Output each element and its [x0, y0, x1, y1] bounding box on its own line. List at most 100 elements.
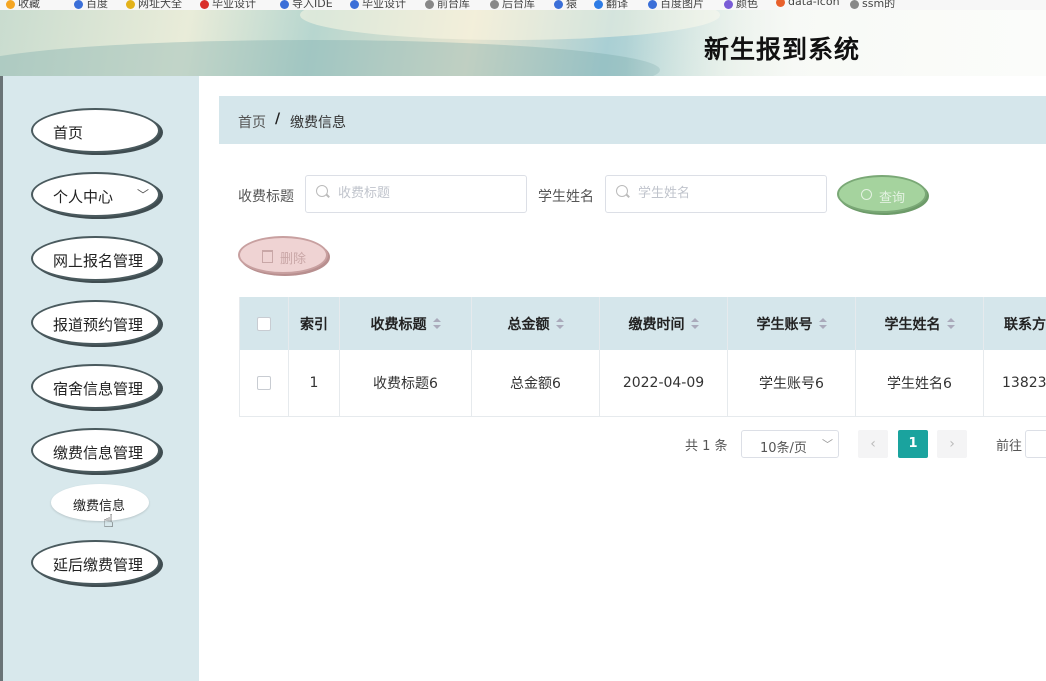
pdf-icon [200, 0, 209, 9]
bookmark-item[interactable]: 导入IDE [280, 0, 333, 10]
sidebar-item-home[interactable]: 首页 [31, 108, 160, 153]
banner-decoration [0, 40, 660, 76]
globe-icon [126, 0, 135, 9]
hand-cursor-icon: ☝ [103, 511, 114, 532]
sidebar-edge [0, 76, 3, 681]
name-search-field[interactable] [605, 175, 827, 213]
page-size-value: 10条/页 [760, 441, 807, 456]
cell-index: 1 [289, 350, 340, 416]
globe-icon [490, 0, 499, 9]
breadcrumb-home[interactable]: 首页 [238, 112, 266, 132]
cell-student-account: 学生账号6 [728, 350, 856, 416]
header-total-amount[interactable]: 总金额 [472, 297, 600, 350]
globe-icon [425, 0, 434, 9]
bookmark-item[interactable]: 百度 [74, 0, 108, 10]
header-fee-title[interactable]: 收费标题 [340, 297, 472, 350]
prev-page-button[interactable]: ‹ [858, 430, 888, 458]
sort-icon[interactable] [555, 317, 564, 330]
sidebar-item-dormitory[interactable]: 宿舍信息管理 [31, 364, 160, 409]
bookmark-item[interactable]: 后台库 [490, 0, 535, 10]
app-title: 新生报到系统 [704, 35, 861, 64]
bookmark-item[interactable]: 收藏 [6, 0, 40, 10]
cell-total-amount: 总金额6 [472, 350, 600, 416]
payment-table: 索引 收费标题 总金额 缴费时间 学生账号 学生姓名 联系方式 1 收费标题6 … [239, 297, 1046, 417]
goto-page-input[interactable] [1025, 430, 1046, 458]
cell-fee-title: 收费标题6 [340, 350, 472, 416]
globe-icon [850, 0, 859, 9]
sidebar-item-label: 缴费信息管理 [53, 444, 144, 462]
cell-payment-time: 2022-04-09 [600, 350, 728, 416]
header-contact[interactable]: 联系方式 [984, 297, 1046, 350]
trash-icon [262, 250, 273, 263]
paw-icon [648, 0, 657, 9]
sort-icon[interactable] [432, 317, 441, 330]
bookmark-item[interactable]: 翻译 [594, 0, 628, 10]
translate-icon [594, 0, 603, 9]
query-button-label: 查询 [879, 191, 906, 206]
sidebar-subitem-label: 缴费信息 [73, 499, 126, 514]
bookmark-item[interactable]: 毕业设计 [200, 0, 256, 10]
sidebar-item-report-appointment[interactable]: 报道预约管理 [31, 300, 160, 345]
row-select [240, 350, 289, 416]
cell-contact: 13823888886 [984, 350, 1046, 416]
header-student-account[interactable]: 学生账号 [728, 297, 856, 350]
sidebar-item-label: 首页 [53, 124, 84, 142]
search-icon [316, 185, 328, 197]
bookmark-item[interactable]: 百度图片 [648, 0, 704, 10]
header-payment-time[interactable]: 缴费时间 [600, 297, 728, 350]
sidebar-item-deferred-payment[interactable]: 延后缴费管理 [31, 540, 160, 585]
sidebar-subitem-payment-info[interactable]: 缴费信息 [51, 484, 149, 521]
name-search-input[interactable] [636, 185, 810, 202]
cell-student-name: 学生姓名6 [856, 350, 984, 416]
bookmark-item[interactable]: ssm的 [850, 0, 895, 10]
select-all-checkbox[interactable] [257, 316, 271, 331]
sort-icon[interactable] [690, 317, 699, 330]
paw-icon [74, 0, 83, 9]
breadcrumb-separator: / [275, 111, 281, 127]
bookmark-item[interactable]: 网址大全 [126, 0, 182, 10]
bookmark-item[interactable]: 猿 [554, 0, 577, 10]
bookmark-item[interactable]: data-icon [776, 0, 840, 8]
chevron-down-icon: ﹀ [137, 188, 150, 202]
title-search-input[interactable] [336, 185, 510, 202]
sort-icon[interactable] [818, 317, 827, 330]
title-search-label: 收费标题 [238, 189, 294, 205]
row-checkbox[interactable] [257, 376, 271, 390]
delete-button-label: 删除 [280, 252, 307, 267]
bookmarks-bar: 收藏 百度 网址大全 毕业设计 导入IDE 毕业设计 前台库 后台库 猿 翻译 … [0, 0, 1046, 10]
goto-label: 前往 [996, 439, 1023, 454]
pagination-total: 共 1 条 [685, 439, 728, 454]
sidebar-item-label: 个人中心 [53, 188, 114, 206]
star-icon [6, 0, 15, 9]
ie-icon [350, 0, 359, 9]
page-size-select[interactable]: 10条/页 ﹀ [741, 430, 839, 458]
color-icon [724, 0, 733, 9]
delete-button[interactable]: 删除 [238, 236, 328, 274]
search-icon [861, 189, 872, 200]
bookmark-item[interactable]: 毕业设计 [350, 0, 406, 10]
breadcrumb: 首页 / 缴费信息 [219, 96, 1046, 144]
breadcrumb-current: 缴费信息 [290, 115, 346, 131]
chevron-down-icon: ﹀ [822, 438, 833, 451]
sidebar-item-payment-management[interactable]: 缴费信息管理 [31, 428, 160, 473]
bookmark-item[interactable]: 颜色 [724, 0, 758, 10]
header-index: 索引 [289, 297, 340, 350]
bookmark-item[interactable]: 前台库 [425, 0, 470, 10]
sidebar-item-online-registration[interactable]: 网上报名管理 [31, 236, 160, 281]
c-icon [776, 0, 785, 7]
header-select-all [240, 297, 289, 350]
drop-icon [554, 0, 563, 9]
page-number-current[interactable]: 1 [898, 430, 928, 458]
search-icon [616, 185, 628, 197]
next-page-button[interactable]: › [937, 430, 967, 458]
table-header-row: 索引 收费标题 总金额 缴费时间 学生账号 学生姓名 联系方式 [240, 297, 1046, 350]
query-button[interactable]: 查询 [837, 175, 927, 213]
sort-icon[interactable] [946, 317, 955, 330]
table-row[interactable]: 1 收费标题6 总金额6 2022-04-09 学生账号6 学生姓名6 1382… [240, 350, 1046, 417]
sidebar-item-personal-center[interactable]: 个人中心 ﹀ [31, 172, 160, 217]
sidebar-item-label: 宿舍信息管理 [53, 380, 144, 398]
name-search-label: 学生姓名 [538, 189, 594, 205]
title-search-field[interactable] [305, 175, 527, 213]
header-student-name[interactable]: 学生姓名 [856, 297, 984, 350]
sidebar-item-label: 报道预约管理 [53, 316, 144, 334]
